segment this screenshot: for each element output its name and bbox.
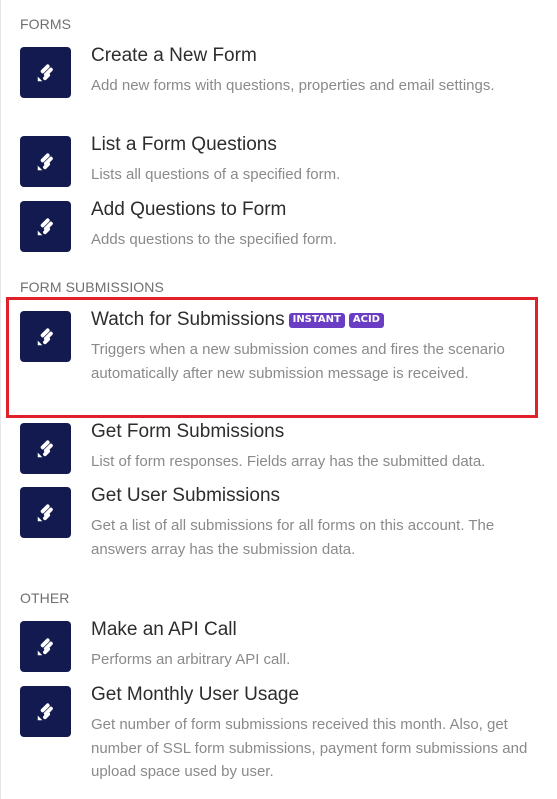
module-make-api-call[interactable]: Make an API Call Performs an arbitrary A…	[20, 619, 550, 673]
module-get-monthly-usage[interactable]: Get Monthly User Usage Get number of for…	[20, 684, 550, 786]
module-name: Make an API Call	[91, 619, 237, 640]
module-description: List of form responses. Fields array has…	[91, 453, 486, 470]
module-description: Adds questions to the specified form.	[91, 231, 337, 248]
module-name: Get User Submissions	[91, 485, 281, 506]
jotform-icon	[20, 136, 71, 187]
instant-badge: INSTANT	[288, 313, 345, 328]
jotform-icon	[20, 621, 71, 672]
module-create-form[interactable]: Create a New Form Add new forms with que…	[20, 45, 550, 122]
acid-badge: ACID	[348, 313, 384, 328]
module-get-form-submissions[interactable]: Get Form Submissions List of form respon…	[20, 421, 550, 475]
jotform-icon	[20, 201, 71, 252]
module-description: Performs an arbitrary API call.	[91, 651, 291, 668]
module-list-form-questions[interactable]: List a Form Questions Lists all question…	[20, 134, 550, 188]
module-description: Lists all questions of a specified form.	[91, 166, 341, 183]
module-description: Get number of form submissions received …	[91, 716, 528, 780]
jotform-icon	[20, 47, 71, 98]
module-description: Get a list of all submissions for all fo…	[91, 517, 495, 558]
module-name: Get Form Submissions	[91, 421, 285, 442]
jotform-icon	[20, 487, 71, 538]
section-title-other: OTHER	[20, 590, 70, 606]
module-name-row: Watch for Submissions INSTANT ACID	[91, 309, 384, 331]
module-description: Triggers when a new submission comes and…	[91, 341, 505, 382]
module-name: Create a New Form	[91, 45, 257, 66]
module-get-user-submissions[interactable]: Get User Submissions Get a list of all s…	[20, 485, 550, 563]
section-title-forms: FORMS	[20, 16, 72, 32]
module-name: List a Form Questions	[91, 134, 277, 155]
panel-left-border	[0, 0, 1, 799]
module-name: Get Monthly User Usage	[91, 684, 300, 705]
section-title-form-submissions: FORM SUBMISSIONS	[20, 279, 164, 295]
module-add-questions[interactable]: Add Questions to Form Adds questions to …	[20, 199, 550, 253]
module-name: Watch for Submissions	[91, 309, 285, 330]
module-description: Add new forms with questions, properties…	[91, 77, 495, 94]
module-watch-submissions[interactable]: Watch for Submissions INSTANT ACID Trigger…	[20, 309, 550, 407]
jotform-icon	[20, 423, 71, 474]
jotform-icon	[20, 311, 71, 362]
jotform-icon	[20, 686, 71, 737]
module-name: Add Questions to Form	[91, 199, 287, 220]
